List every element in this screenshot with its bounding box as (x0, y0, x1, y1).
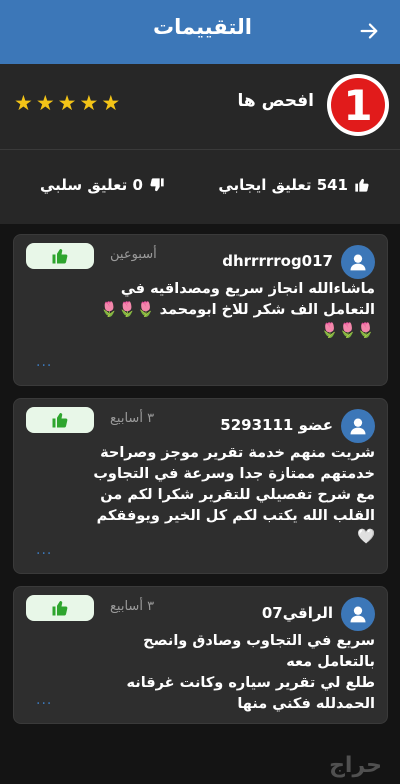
star-icon: ★ (57, 91, 77, 115)
user-icon (350, 606, 366, 623)
negative-count[interactable]: 0 تعليق سلبي (40, 176, 165, 194)
user-avatar[interactable] (341, 597, 375, 631)
star-icon: ★ (35, 91, 55, 115)
review-username[interactable]: الراقي07 (262, 604, 333, 622)
thumbs-up-icon (52, 601, 68, 616)
seller-summary: 1 افحص ها ★ ★ ★ ★ ★ (0, 64, 400, 150)
review-time: ٣ أسابيع (110, 411, 155, 426)
review-text: سريع في التجاوب وصادق وانصح بالتعامل معه… (126, 633, 375, 712)
positive-badge (26, 407, 94, 433)
star-icon: ★ (79, 91, 99, 115)
app-header: التقييمات (0, 0, 400, 64)
arrow-right-icon[interactable] (358, 20, 380, 42)
rating-stars: ★ ★ ★ ★ ★ (14, 91, 120, 115)
seller-logo-text: 1 (343, 81, 372, 130)
review-username[interactable]: عضو 5293111 (220, 416, 333, 434)
positive-count[interactable]: 541 تعليق ايجابي (218, 176, 370, 194)
review-text: شريت منهم خدمة تقرير موجز وصراحة خدمتهم … (93, 445, 375, 545)
review-card: عضو 5293111 ٣ أسابيع شريت منهم خدمة تقري… (13, 398, 388, 574)
review-card: الراقي07 ٣ أسابيع سريع في التجاوب وصادق … (13, 586, 388, 724)
review-time: أسبوعين (110, 247, 157, 262)
star-icon: ★ (14, 91, 33, 115)
positive-badge (26, 243, 94, 269)
more-options-icon[interactable]: ... (36, 355, 52, 369)
thumbs-up-icon (52, 413, 68, 428)
positive-count-label: 541 تعليق ايجابي (218, 176, 348, 194)
thumbs-up-icon (52, 249, 68, 264)
user-avatar[interactable] (341, 245, 375, 279)
review-text: ماشاءالله انجاز سريع ومصداقيه في التعامل… (100, 281, 375, 339)
negative-count-label: 0 تعليق سلبي (40, 176, 143, 194)
thumbs-down-icon (150, 178, 164, 192)
more-options-icon[interactable]: ... (36, 693, 52, 707)
more-options-icon[interactable]: ... (36, 543, 52, 557)
seller-name: افحص ها (237, 91, 315, 111)
review-username[interactable]: dhrrrrrog017 (222, 252, 333, 270)
star-icon: ★ (101, 91, 121, 115)
positive-badge (26, 595, 94, 621)
thumbs-up-icon (355, 178, 369, 192)
review-card: dhrrrrrog017 أسبوعين ماشاءالله انجاز سري… (13, 234, 388, 386)
watermark-logo: حراج (329, 753, 382, 778)
page-title: التقييمات (153, 15, 252, 39)
seller-logo: 1 (327, 74, 389, 136)
review-time: ٣ أسابيع (110, 599, 155, 614)
user-avatar[interactable] (341, 409, 375, 443)
review-stats: 541 تعليق ايجابي 0 تعليق سلبي (0, 150, 400, 224)
user-icon (350, 418, 366, 435)
user-icon (350, 254, 366, 271)
